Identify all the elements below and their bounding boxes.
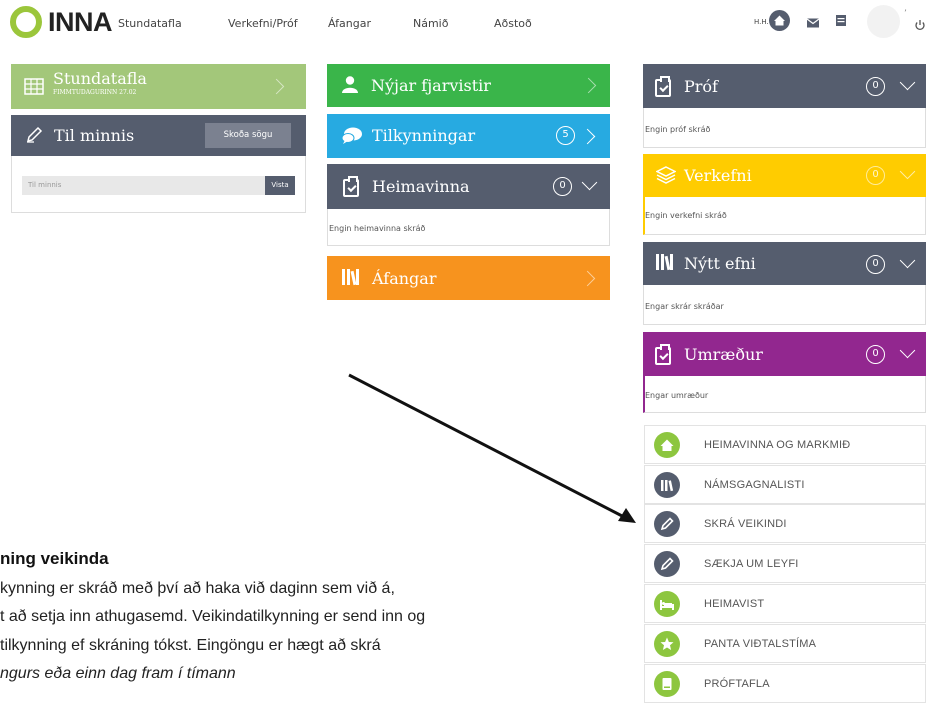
doc-heading: ning veikinda	[0, 549, 109, 568]
doc-line: tilkynning ef skráning tókst. Eingöngu e…	[0, 637, 381, 654]
doc-line: kynning er skráð með því að haka við dag…	[0, 580, 395, 597]
annotation-arrow	[348, 373, 636, 523]
doc-line: t að setja inn athugasemd. Veikindatilky…	[0, 608, 426, 625]
doc-line: ngurs eða einn dag fram í tímann	[0, 665, 236, 682]
